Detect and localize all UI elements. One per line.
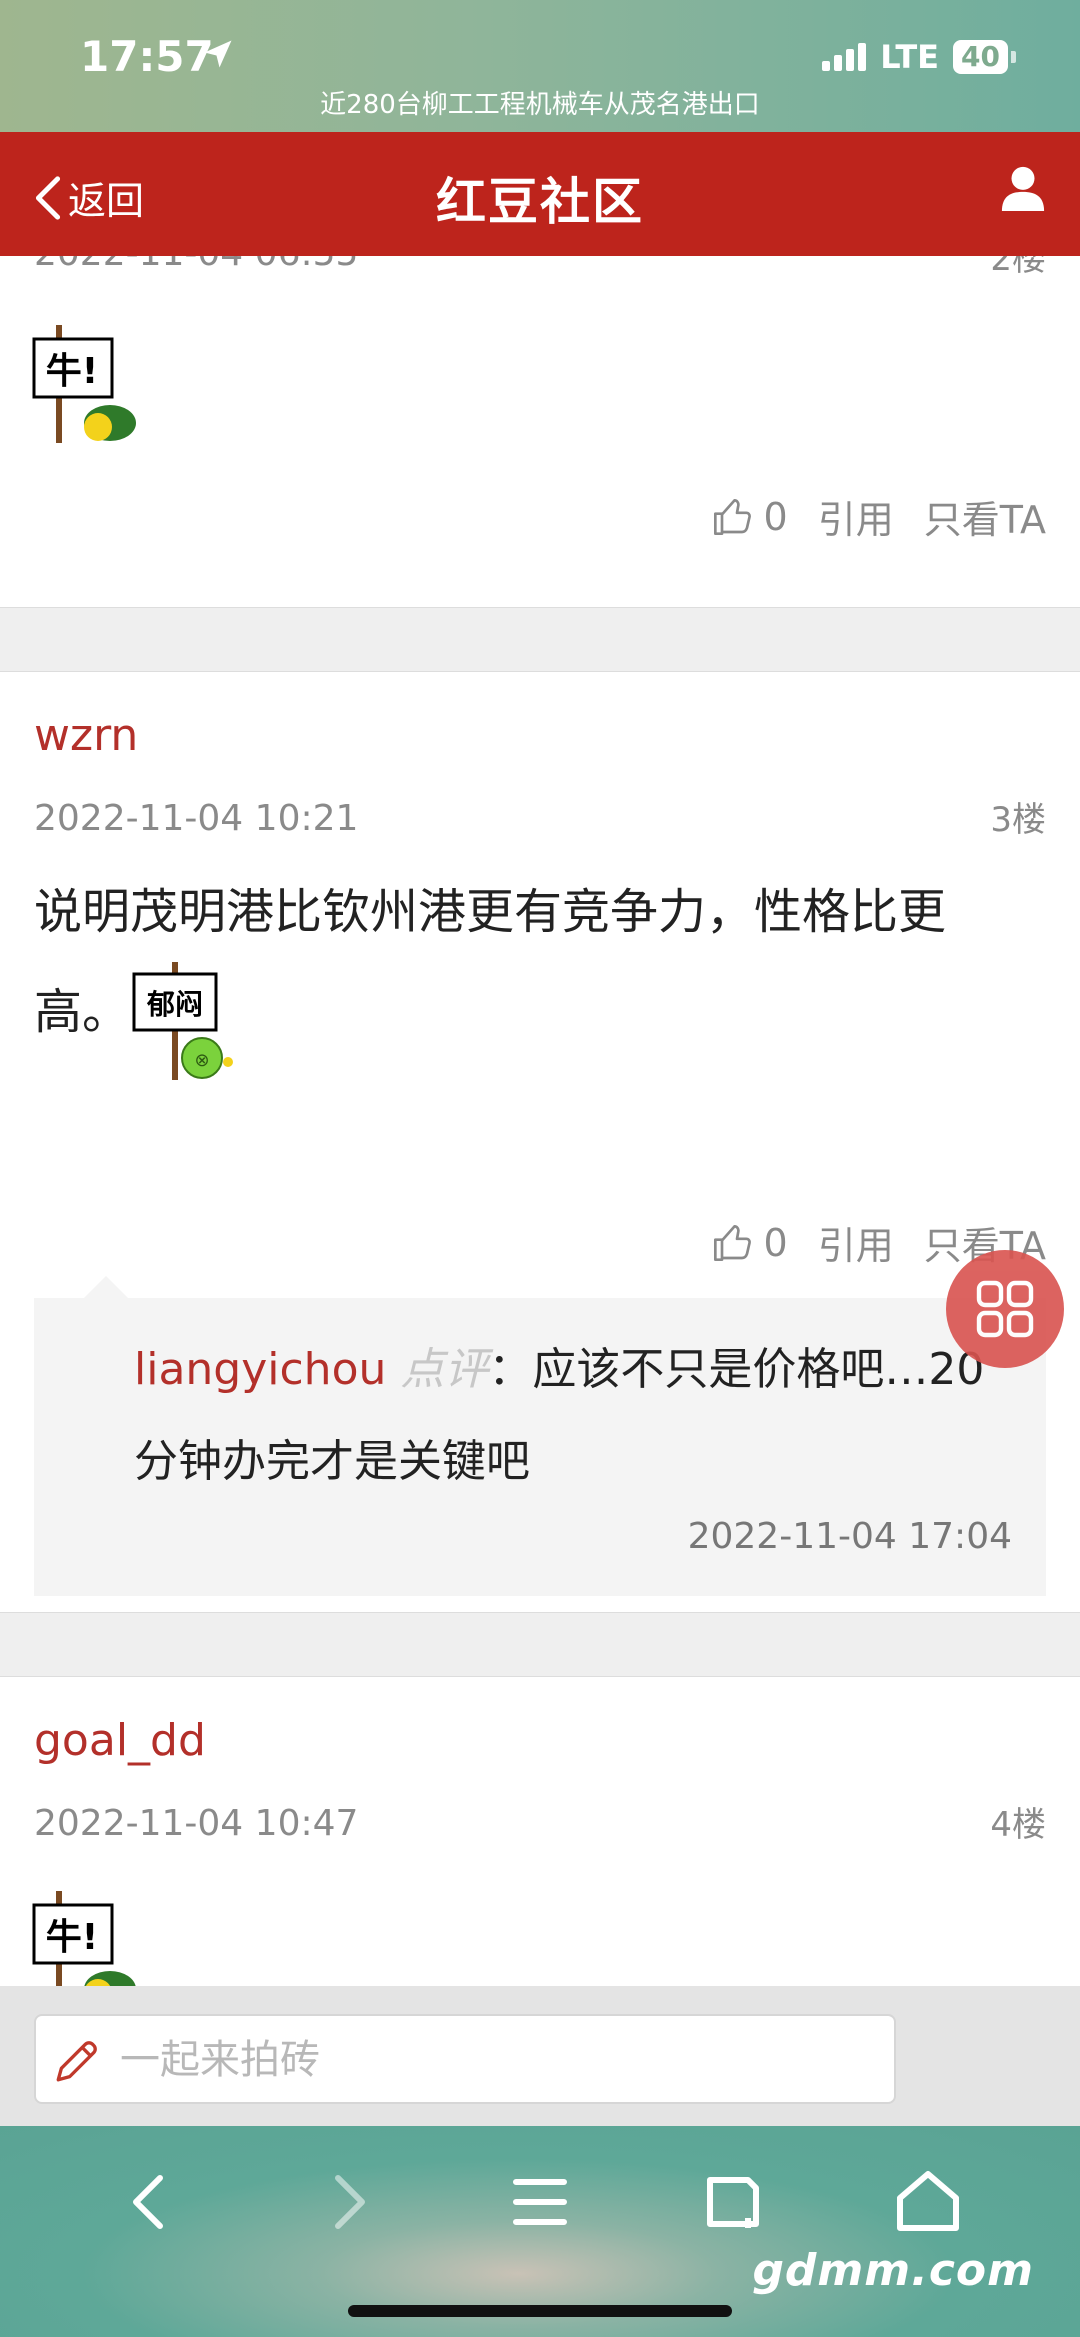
reply-input-box[interactable] <box>34 2014 896 2104</box>
comment-tag: 点评 <box>400 1344 489 1395</box>
emoticon-yumen-icon: 郁闷 ⊗ <box>132 962 233 1080</box>
like-count: 0 <box>763 494 788 539</box>
post-floor-4: goal_dd 2022-11-04 10:47 4楼 牛! <box>0 1676 1080 1986</box>
home-indicator[interactable] <box>348 2305 732 2317</box>
arrow-right-icon <box>335 2175 365 2229</box>
user-icon[interactable] <box>1000 162 1046 214</box>
emoticon-niu-icon: 牛! <box>32 325 136 443</box>
emoticon-niu-icon: 牛! <box>32 1891 136 1986</box>
svg-text:牛!: 牛! <box>46 351 98 392</box>
page-title: 红豆社区 <box>436 173 644 231</box>
menu-button[interactable] <box>500 2162 580 2242</box>
post-date: 2022-11-04 10:21 <box>34 798 359 839</box>
like-button[interactable]: 0 <box>712 495 788 539</box>
floating-menu-button[interactable] <box>946 1250 1064 1368</box>
only-ta-button[interactable]: 只看TA <box>924 489 1046 544</box>
like-button[interactable]: 0 <box>712 1221 788 1265</box>
signal-icon <box>822 43 867 71</box>
battery-level: 40 <box>953 40 1008 74</box>
thumbs-up-icon <box>713 1224 751 1261</box>
home-icon <box>897 2171 959 2231</box>
thread-content[interactable]: 2022-11-04 06:55 2楼 牛! 0 引用 只看TA wzrn 20… <box>0 256 1080 1986</box>
post-floor: 4楼 <box>990 1805 1046 1845</box>
forward-nav-button[interactable] <box>306 2162 386 2242</box>
post-floor-3: wzrn 2022-11-04 10:21 3楼 说明茂明港比钦州港更有竞争力，… <box>0 671 1080 1613</box>
post-date: 2022-11-04 06:55 <box>34 256 358 274</box>
status-time: 17:57 <box>80 32 214 81</box>
back-nav-button[interactable] <box>112 2162 192 2242</box>
news-ticker: 近280台柳工工程机械车从茂名港出口 <box>320 90 760 120</box>
post-floor: 3楼 <box>990 800 1046 840</box>
comment-user[interactable]: liangyichou <box>134 1344 386 1395</box>
quote-button[interactable]: 引用 <box>818 1215 894 1270</box>
post-floor-2: 2022-11-04 06:55 2楼 牛! 0 引用 只看TA <box>0 256 1080 608</box>
arrow-left-icon <box>133 2175 163 2229</box>
svg-text:郁闷: 郁闷 <box>146 988 203 1021</box>
tabs-icon <box>707 2177 759 2228</box>
location-arrow-icon <box>204 40 232 68</box>
thumbs-up-icon <box>713 498 751 535</box>
post-actions: 0 引用 只看TA <box>712 489 1046 544</box>
reply-composer <box>0 1986 1080 2126</box>
tabs-button[interactable] <box>694 2162 774 2242</box>
pencil-icon <box>56 2041 97 2082</box>
comment-text: liangyichou 点评：应该不只是价格吧…20分钟办完才是关键吧 <box>134 1324 1014 1508</box>
reply-input[interactable] <box>118 2016 882 2104</box>
comment-separator: ： <box>488 1344 533 1395</box>
battery-icon: 40 <box>953 40 1016 74</box>
like-count: 0 <box>763 1220 788 1265</box>
grid-icon <box>976 1280 1034 1338</box>
post-author[interactable]: wzrn <box>34 710 138 761</box>
svg-text:牛!: 牛! <box>46 1917 98 1958</box>
svg-text:⊗: ⊗ <box>194 1050 209 1071</box>
home-button[interactable] <box>888 2162 968 2242</box>
comment-box: liangyichou 点评：应该不只是价格吧…20分钟办完才是关键吧 2022… <box>34 1276 1046 1596</box>
header-bar: 返回 红豆社区 <box>0 132 1080 256</box>
quote-button[interactable]: 引用 <box>818 489 894 544</box>
menu-lines-icon <box>513 2179 567 2225</box>
network-type: LTE <box>880 38 940 76</box>
post-author[interactable]: goal_dd <box>34 1715 206 1766</box>
comment-time: 2022-11-04 17:04 <box>687 1516 1012 1557</box>
post-floor: 2楼 <box>990 256 1046 279</box>
status-bar: 17:57 LTE 40 近280台柳工工程机械车从茂名港出口 <box>0 0 1080 132</box>
watermark-text: gdmm.com <box>752 2245 1034 2296</box>
post-date: 2022-11-04 10:47 <box>34 1803 359 1844</box>
